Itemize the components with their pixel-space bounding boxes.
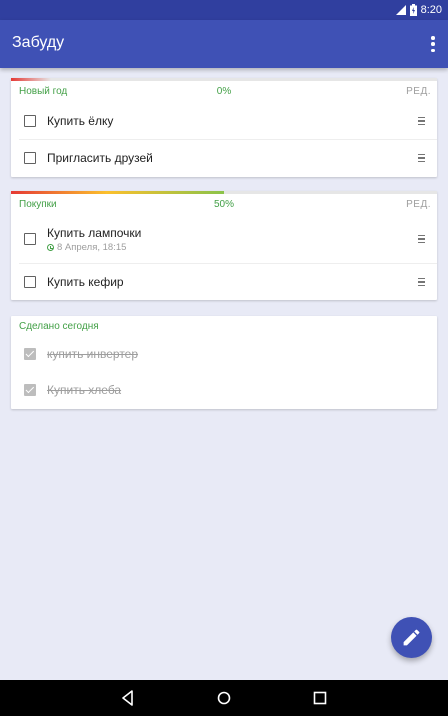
- done-today-header: Сделано сегодня: [11, 316, 437, 340]
- list-header: Новый год 0% РЕД.: [11, 78, 437, 102]
- recents-icon[interactable]: [311, 689, 329, 707]
- clock-icon: [47, 244, 54, 251]
- task-text: Пригласить друзей: [47, 151, 153, 165]
- list-progress-label: 0%: [216, 86, 232, 97]
- task-checkbox[interactable]: [24, 233, 36, 245]
- task-text: купить инвертер: [47, 347, 139, 361]
- app-title: Забуду: [12, 34, 65, 51]
- task-text: Купить хлеба: [47, 383, 122, 397]
- drag-handle-icon[interactable]: [418, 154, 425, 162]
- task-reminder: 8 Апреля, 18:15: [47, 242, 126, 253]
- task-text: Купить лампочки: [47, 226, 142, 240]
- task-checkbox-checked[interactable]: [24, 384, 36, 396]
- list-item[interactable]: Купить ёлку: [11, 102, 437, 139]
- done-today-card: Сделано сегодня купить инвертер Купить х…: [11, 316, 437, 409]
- task-text: Купить кефир: [47, 275, 124, 289]
- back-icon[interactable]: [119, 689, 137, 707]
- status-bar: 8:20: [0, 0, 448, 20]
- list-card-shopping: Покупки 50% РЕД. Купить лампочки 8 Апрел…: [11, 191, 437, 300]
- signal-icon: [395, 5, 406, 15]
- list-item[interactable]: купить инвертер: [11, 338, 437, 373]
- app-bar: Забуду: [0, 20, 448, 68]
- pencil-icon: [403, 629, 420, 646]
- navigation-bar: [0, 680, 448, 716]
- task-text: Купить ёлку: [47, 114, 114, 128]
- list-header: Покупки 50% РЕД.: [11, 191, 437, 215]
- status-time: 8:20: [420, 4, 442, 16]
- list-item[interactable]: Купить кефир: [11, 264, 437, 300]
- drag-handle-icon[interactable]: [418, 235, 425, 243]
- task-checkbox[interactable]: [24, 152, 36, 164]
- done-today-title: Сделано сегодня: [19, 321, 99, 332]
- edit-list-button[interactable]: РЕД.: [406, 199, 431, 210]
- edit-list-button[interactable]: РЕД.: [406, 86, 431, 97]
- list-progress-label: 50%: [213, 199, 234, 210]
- task-checkbox-checked[interactable]: [24, 348, 36, 360]
- list-item[interactable]: Купить хлеба: [11, 374, 437, 409]
- drag-handle-icon[interactable]: [418, 278, 425, 286]
- battery-icon: [409, 4, 417, 16]
- task-reminder-text: 8 Апреля, 18:15: [57, 242, 127, 253]
- more-vert-icon[interactable]: [428, 34, 438, 54]
- task-checkbox[interactable]: [24, 276, 36, 288]
- drag-handle-icon[interactable]: [418, 117, 425, 125]
- add-task-button[interactable]: [391, 617, 432, 658]
- list-card-new-year: Новый год 0% РЕД. Купить ёлку Пригласить…: [11, 78, 437, 177]
- list-item[interactable]: Пригласить друзей: [11, 140, 437, 177]
- home-icon[interactable]: [215, 689, 233, 707]
- list-item[interactable]: Купить лампочки 8 Апреля, 18:15: [11, 215, 437, 263]
- task-checkbox[interactable]: [24, 115, 36, 127]
